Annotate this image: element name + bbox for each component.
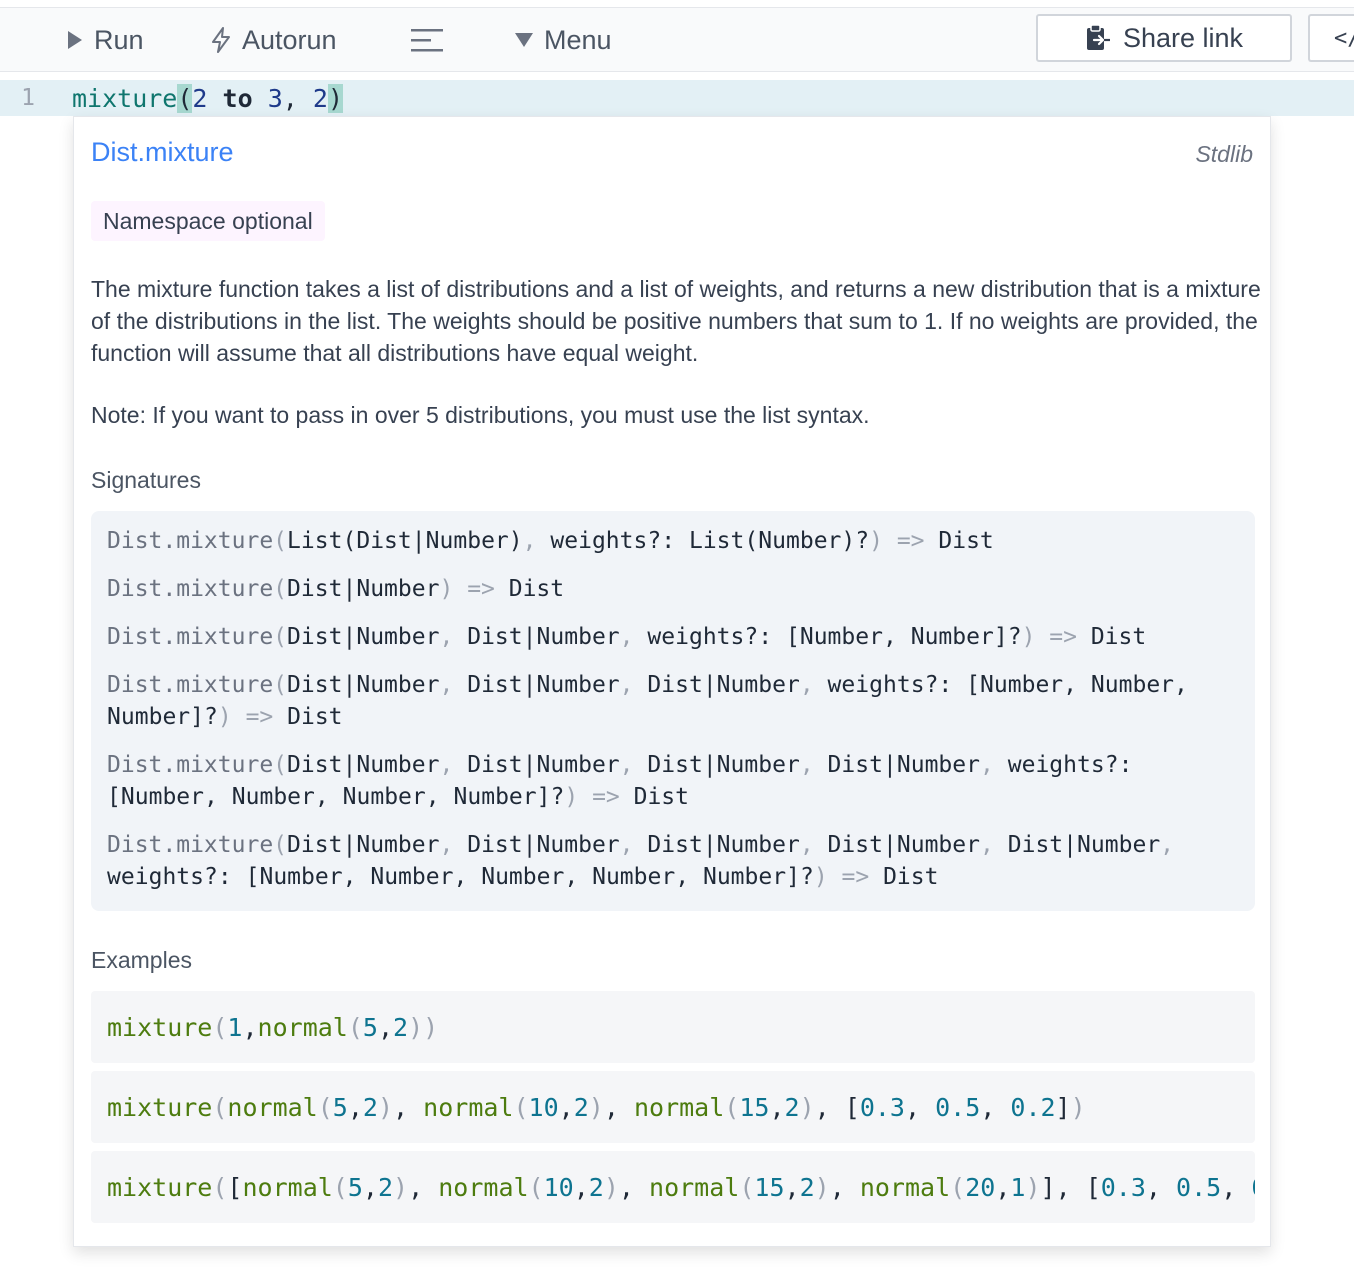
signature-prefix: Dist.mixture: [107, 672, 274, 698]
signature-4: Dist.mixture(Dist|Number, Dist|Number, D…: [107, 669, 1239, 733]
menu-button[interactable]: Menu: [514, 8, 612, 72]
signature-return: Dist: [1090, 624, 1147, 650]
code-num-c: 2: [312, 83, 328, 113]
code-num-a: 2: [192, 83, 208, 113]
code-open-paren: (: [177, 83, 193, 113]
signature-args: Dist|Number, Dist|Number, weights?: [Num…: [287, 624, 1022, 650]
function-name: Dist.mixture: [91, 137, 234, 167]
example-2[interactable]: mixture(normal(5, 2), normal(10, 2), norma…: [91, 1071, 1255, 1143]
note: Note: If you want to pass in over 5 dist…: [91, 402, 870, 428]
signature-return: Dist: [287, 704, 343, 730]
signature-prefix: Dist.mixture: [107, 832, 274, 858]
autorun-label: Autorun: [242, 24, 337, 55]
run-label: Run: [94, 24, 144, 55]
signature-3: Dist.mixture(Dist|Number, Dist|Number, w…: [107, 624, 1147, 650]
signature-return: Dist: [633, 784, 689, 810]
toolbar: Run Autorun Menu Share link </>: [0, 8, 1354, 72]
format-button[interactable]: [410, 8, 454, 72]
triangle-down-icon: [515, 33, 533, 47]
align-left-icon: [411, 29, 443, 52]
source-label: Stdlib: [1195, 141, 1253, 167]
autocomplete-tooltip: Dist.mixture Stdlib Namespace optional T…: [73, 116, 1271, 1247]
signatures-heading: Signatures: [91, 467, 201, 493]
share-link-label: Share link: [1122, 22, 1244, 53]
code-num-b: 3: [267, 83, 283, 113]
signature-prefix: Dist.mixture: [107, 528, 274, 554]
namespace-badge: Namespace optional: [91, 201, 325, 241]
code-view-label: </>: [1334, 25, 1354, 51]
signature-prefix: Dist.mixture: [107, 624, 274, 650]
code-view-button[interactable]: </>: [1308, 14, 1354, 62]
code-close-paren: ): [327, 83, 344, 113]
signature-args: List(Dist|Number), weights?: List(Number…: [287, 528, 870, 554]
play-icon: [68, 31, 82, 49]
autorun-button[interactable]: Autorun: [210, 8, 337, 72]
line-number: 1: [21, 85, 35, 111]
signature-args: Dist|Number: [287, 576, 440, 602]
share-link-button[interactable]: Share link: [1036, 14, 1292, 62]
bolt-icon: [212, 27, 230, 53]
signature-5: Dist.mixture(Dist|Number, Dist|Number, D…: [107, 749, 1239, 813]
run-button[interactable]: Run: [66, 8, 144, 72]
code-fn: mixture: [72, 83, 178, 113]
code-line[interactable]: mixture(2 to 3, 2): [72, 83, 344, 113]
description: The mixture function takes a list of dis…: [91, 276, 1261, 366]
example-3[interactable]: mixture([normal(5, 2), normal(10, 2), norm…: [91, 1151, 1255, 1223]
signature-1: Dist.mixture(List(Dist|Number), weights?…: [107, 528, 994, 554]
signature-return: Dist: [508, 576, 565, 602]
editor-active-line[interactable]: 1 mixture(2 to 3, 2): [0, 80, 1354, 116]
code-keyword: to: [222, 83, 253, 113]
menu-label: Menu: [544, 24, 612, 55]
signature-prefix: Dist.mixture: [107, 576, 274, 602]
examples-heading: Examples: [91, 947, 192, 973]
signatures-box: Dist.mixture(List(Dist|Number), weights?…: [91, 511, 1255, 911]
clipboard-share-icon: [1086, 24, 1110, 50]
code-comma: ,: [282, 83, 298, 113]
signature-return: Dist: [938, 528, 994, 554]
signature-2: Dist.mixture(Dist|Number) => Dist: [107, 576, 565, 602]
signature-6: Dist.mixture(Dist|Number, Dist|Number, D…: [107, 829, 1239, 893]
top-border: [0, 0, 1354, 8]
signature-return: Dist: [883, 864, 939, 890]
signature-prefix: Dist.mixture: [107, 752, 274, 778]
example-1[interactable]: mixture(1, normal(5, 2)): [91, 991, 1255, 1063]
